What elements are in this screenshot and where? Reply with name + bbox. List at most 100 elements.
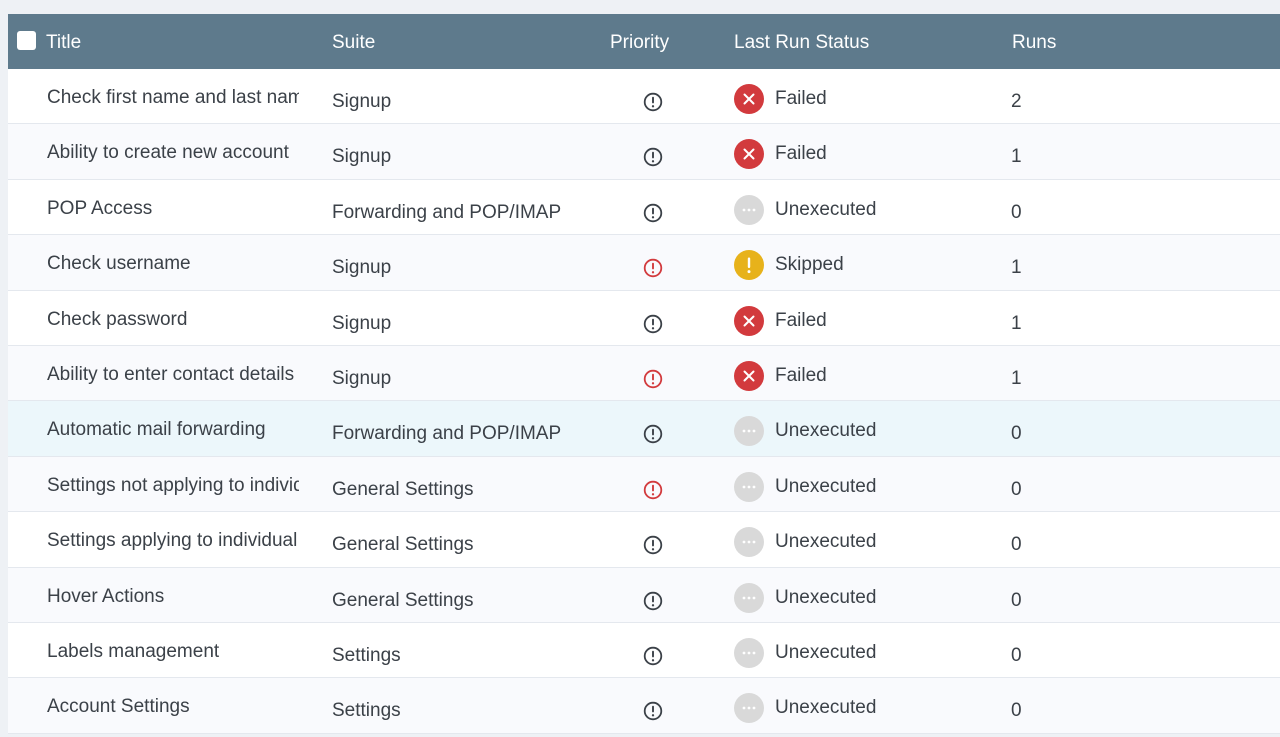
column-header-suite[interactable]: Suite	[332, 14, 375, 69]
runs-count: 1	[1011, 367, 1022, 389]
test-title[interactable]: Check first name and last name	[47, 87, 299, 109]
last-run-status: Unexecuted	[734, 526, 876, 558]
unexecuted-icon	[734, 471, 764, 502]
test-title[interactable]: Labels management	[47, 641, 299, 663]
select-all-checkbox[interactable]	[17, 31, 36, 50]
runs-count: 0	[1011, 644, 1022, 666]
test-runs-table: Title Suite Priority Last Run Status Run…	[8, 14, 1280, 734]
runs-count: 0	[1011, 589, 1022, 611]
priority-icon	[643, 535, 663, 555]
priority-icon	[643, 314, 663, 334]
table-body: Check first name and last name Signup Fail…	[8, 69, 1280, 734]
unexecuted-icon	[734, 693, 764, 724]
test-title[interactable]: POP Access	[47, 198, 299, 220]
runs-count: 0	[1011, 201, 1022, 223]
status-label: Unexecuted	[775, 641, 877, 663]
test-suite: General Settings	[332, 589, 474, 611]
status-label: Unexecuted	[775, 198, 877, 220]
table-row[interactable]: Check username Signup Skipped 1	[8, 235, 1280, 291]
priority-icon	[643, 147, 663, 167]
last-run-status: Failed	[734, 305, 827, 337]
test-title[interactable]: Automatic mail forwarding	[47, 419, 299, 441]
runs-count: 2	[1011, 91, 1022, 112]
test-suite: Signup	[332, 312, 392, 334]
priority-icon	[643, 92, 663, 112]
last-run-status: Unexecuted	[734, 415, 876, 447]
test-title[interactable]: Settings applying to individual	[47, 530, 299, 552]
priority-icon	[643, 701, 663, 721]
failed-icon	[734, 139, 764, 170]
table-row[interactable]: POP Access Forwarding and POP/IMAP Unexecu…	[8, 180, 1280, 236]
status-label: Unexecuted	[775, 586, 877, 608]
table-row[interactable]: Settings not applying to individual Gener…	[8, 456, 1280, 513]
unexecuted-icon	[734, 194, 764, 225]
table-row[interactable]: Ability to create new account Signup Faile…	[8, 124, 1280, 180]
test-title[interactable]: Check username	[47, 253, 299, 275]
test-suite: Settings	[332, 644, 401, 666]
status-label: Failed	[775, 309, 827, 331]
failed-icon	[734, 360, 764, 391]
last-run-status: Skipped	[734, 249, 844, 281]
skipped-icon	[734, 250, 764, 281]
last-run-status: Failed	[734, 360, 827, 392]
unexecuted-icon	[734, 416, 764, 447]
priority-icon	[643, 258, 663, 278]
table-row[interactable]: Hover Actions General Settings Unexecuted 0	[8, 567, 1280, 623]
test-suite: Forwarding and POP/IMAP	[332, 201, 562, 223]
test-suite: Signup	[332, 367, 392, 389]
test-title[interactable]: Settings not applying to individual	[47, 475, 299, 497]
status-label: Unexecuted	[775, 531, 877, 553]
unexecuted-icon	[734, 527, 764, 558]
last-run-status: Failed	[734, 138, 827, 170]
table-row[interactable]: Check password Signup Failed 1	[8, 291, 1280, 346]
status-label: Unexecuted	[775, 697, 877, 719]
status-label: Unexecuted	[775, 420, 877, 442]
test-title[interactable]: Ability to create new account	[47, 142, 299, 164]
status-label: Unexecuted	[775, 475, 877, 497]
status-label: Skipped	[775, 254, 844, 276]
status-label: Failed	[775, 143, 827, 165]
test-suite: General Settings	[332, 534, 474, 556]
last-run-status: Unexecuted	[734, 692, 876, 724]
runs-count: 0	[1011, 423, 1022, 445]
runs-count: 1	[1011, 312, 1022, 334]
priority-icon	[643, 480, 663, 500]
priority-icon	[643, 646, 663, 666]
last-run-status: Unexecuted	[734, 471, 876, 503]
test-suite: Settings	[332, 700, 401, 722]
last-run-status: Unexecuted	[734, 637, 876, 669]
last-run-status: Unexecuted	[734, 582, 876, 614]
column-header-priority[interactable]: Priority	[610, 14, 669, 69]
table-row[interactable]: Check first name and last name Signup Fail…	[8, 69, 1280, 125]
table-row[interactable]: Settings applying to individual General S…	[8, 512, 1280, 568]
unexecuted-icon	[734, 637, 764, 668]
status-label: Failed	[775, 88, 827, 109]
priority-icon	[643, 369, 663, 389]
test-suite: Signup	[332, 257, 392, 279]
test-title[interactable]: Check password	[47, 309, 299, 331]
last-run-status: Failed	[734, 83, 827, 115]
runs-count: 0	[1011, 700, 1022, 722]
test-suite: General Settings	[332, 478, 474, 500]
column-header-title[interactable]: Title	[46, 14, 81, 69]
status-label: Failed	[775, 364, 827, 386]
table-row[interactable]: Account Settings Settings Unexecuted 0	[8, 678, 1280, 734]
runs-count: 0	[1011, 478, 1022, 500]
test-title[interactable]: Hover Actions	[47, 586, 299, 608]
failed-icon	[734, 84, 764, 114]
priority-icon	[643, 203, 663, 223]
table-row[interactable]: Labels management Settings Unexecuted 0	[8, 623, 1280, 679]
runs-count: 1	[1011, 146, 1022, 168]
column-header-last-run-status[interactable]: Last Run Status	[734, 14, 869, 69]
table-row[interactable]: Automatic mail forwarding Forwarding and …	[8, 401, 1280, 457]
test-suite: Signup	[332, 91, 392, 112]
test-title[interactable]: Ability to enter contact details	[47, 364, 299, 386]
test-title[interactable]: Account Settings	[47, 696, 299, 718]
column-header-runs[interactable]: Runs	[1012, 14, 1056, 69]
last-run-status: Unexecuted	[734, 194, 876, 226]
table-row[interactable]: Ability to enter contact details Signup Fa…	[8, 345, 1280, 402]
priority-icon	[643, 591, 663, 611]
test-suite: Forwarding and POP/IMAP	[332, 423, 562, 445]
test-suite: Signup	[332, 146, 392, 168]
runs-count: 1	[1011, 257, 1022, 279]
